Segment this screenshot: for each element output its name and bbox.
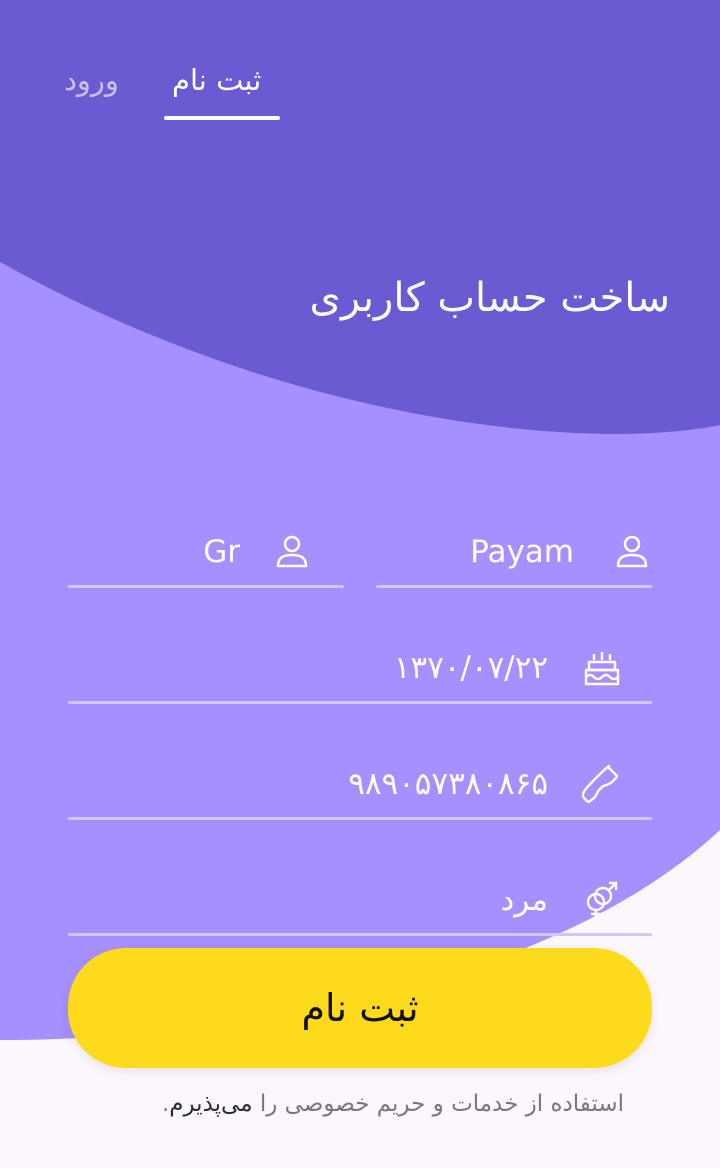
phone-field[interactable]: ۹۸۹۰۵۷۳۸۰۸۶۵ <box>68 740 652 820</box>
gender-value: مرد <box>500 882 548 918</box>
terms-prefix: استفاده از خدمات و حریم خصوصی را <box>252 1091 624 1117</box>
signup-button[interactable]: ثبت نام <box>68 948 652 1068</box>
last-name-field[interactable]: Gr <box>68 508 344 588</box>
last-name-value: Gr <box>203 534 240 570</box>
user-icon <box>612 532 652 572</box>
first-name-value: Payam <box>470 534 574 570</box>
active-tab-indicator <box>164 116 280 120</box>
gender-field[interactable]: مرد <box>68 856 652 936</box>
accept-terms-link[interactable]: می‌پذیرم <box>169 1091 252 1117</box>
first-name-field[interactable]: Payam <box>376 508 652 588</box>
first-name-underline <box>376 585 652 588</box>
birth-date-value: ۱۳۷۰/۰۷/۲۲ <box>393 650 548 686</box>
phone-icon <box>581 764 622 804</box>
last-name-underline <box>68 585 344 588</box>
tab-login[interactable]: ورود <box>64 60 119 100</box>
birthday-cake-icon <box>582 648 622 688</box>
user-icon <box>272 532 312 572</box>
page-title: ساخت حساب کاربری <box>309 275 670 321</box>
phone-underline <box>68 817 652 820</box>
tab-bar: ورود ثبت نام <box>48 50 308 122</box>
terms-text: استفاده از خدمات و حریم خصوصی را می‌پذیر… <box>162 1086 624 1122</box>
phone-value: ۹۸۹۰۵۷۳۸۰۸۶۵ <box>348 766 548 802</box>
tab-signup[interactable]: ثبت نام <box>172 60 261 100</box>
gender-icon <box>582 880 622 920</box>
birth-date-underline <box>68 701 652 704</box>
gender-underline <box>68 933 652 936</box>
birth-date-field[interactable]: ۱۳۷۰/۰۷/۲۲ <box>68 624 652 704</box>
